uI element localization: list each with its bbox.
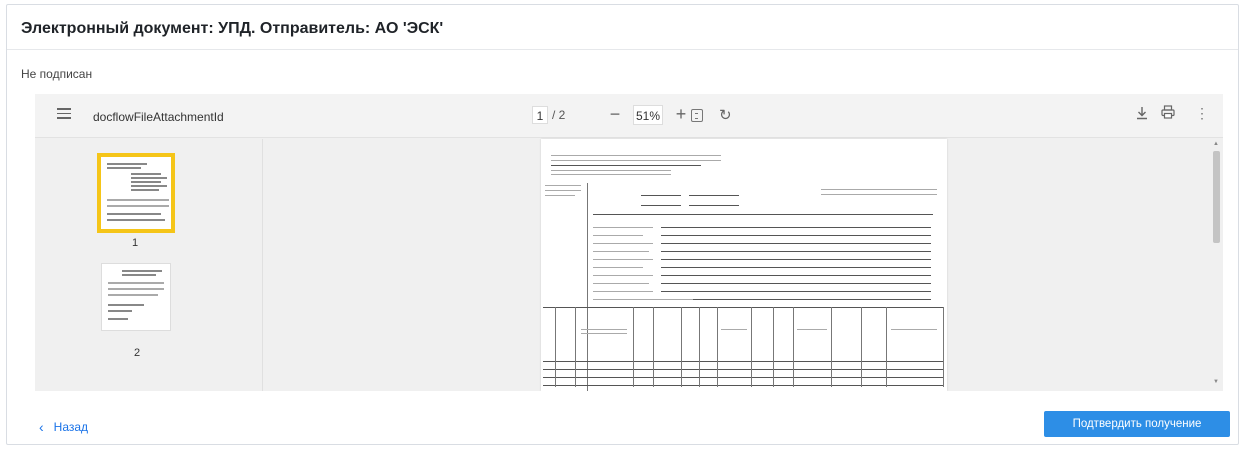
page-title: Электронный документ: УПД. Отправитель: … (21, 20, 444, 37)
chevron-left-icon: ‹ (39, 419, 44, 435)
thumbnail-page-1[interactable] (97, 153, 175, 233)
file-name: docflowFileAttachmentId (93, 110, 224, 124)
rotate-icon[interactable]: ↻ (719, 106, 732, 124)
zoom-in-button[interactable]: + (671, 104, 691, 125)
download-icon[interactable] (1136, 106, 1148, 123)
viewer-toolbar: docflowFileAttachmentId 1 / 2 − 51% + ↻ … (35, 94, 1223, 138)
thumbnail-sidebar: 1 2 (35, 139, 263, 391)
menu-icon[interactable] (57, 108, 71, 122)
header-divider (7, 49, 1238, 50)
document-canvas[interactable] (264, 139, 1223, 391)
zoom-out-button[interactable]: − (605, 104, 625, 125)
vertical-scrollbar[interactable]: ▲ ▼ (1210, 139, 1223, 391)
scrollbar-thumb[interactable] (1213, 151, 1220, 243)
more-vertical-icon[interactable]: ⋮ (1195, 105, 1209, 122)
thumbnail-label: 2 (134, 347, 141, 359)
page-indicator: 1 / 2 (532, 106, 565, 124)
page-number-input[interactable]: 1 (532, 106, 548, 124)
back-link[interactable]: ‹ Назад (39, 419, 88, 435)
scroll-down-arrow[interactable]: ▼ (1213, 379, 1219, 385)
confirm-receipt-button[interactable]: Подтвердить получение (1044, 411, 1230, 437)
zoom-controls: − 51% + (605, 104, 691, 125)
thumbnail-label: 1 (132, 237, 139, 249)
back-label: Назад (53, 420, 89, 434)
document-panel: Электронный документ: УПД. Отправитель: … (6, 4, 1239, 445)
zoom-level[interactable]: 51% (633, 104, 663, 125)
page-total: / 2 (552, 108, 566, 122)
thumbnail-page-2[interactable] (101, 263, 171, 331)
scroll-up-arrow[interactable]: ▲ (1213, 141, 1219, 147)
fit-page-icon[interactable] (691, 109, 703, 122)
print-icon[interactable] (1161, 105, 1175, 122)
document-page (541, 139, 947, 391)
signature-status: Не подписан (21, 67, 93, 81)
pdf-viewer: docflowFileAttachmentId 1 / 2 − 51% + ↻ … (35, 94, 1223, 391)
